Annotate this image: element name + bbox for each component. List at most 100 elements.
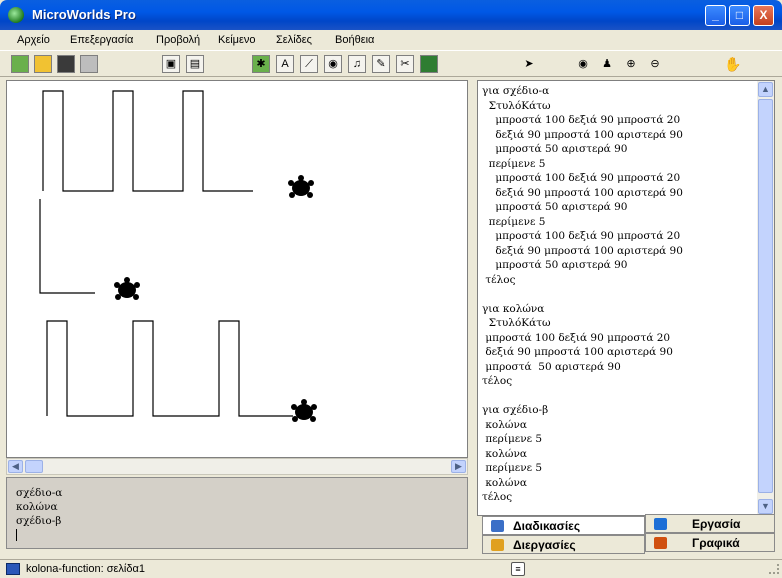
procedure-line: τέλος (482, 491, 513, 503)
menu-help[interactable]: Βοήθεια (335, 34, 374, 46)
procedures-tab-icon (491, 520, 504, 532)
procedure-line: περίμενε 5 (482, 215, 546, 228)
procedure-line (482, 287, 752, 302)
procedure-line: μπροστά 50 αριστερά 90 (482, 143, 628, 155)
notes-icon[interactable]: ≡ (511, 562, 525, 576)
procedure-line: για σχέδιο-β (482, 404, 549, 416)
turtle-icon[interactable] (291, 399, 317, 422)
open-folder-icon[interactable] (34, 55, 52, 73)
scroll-down-icon[interactable]: ▼ (758, 499, 773, 514)
command-line: σχέδιο-β (16, 515, 62, 527)
menu-view[interactable]: Προβολή (156, 34, 200, 46)
procedure-line: για σχέδιο-α (482, 85, 550, 97)
command-center[interactable]: σχέδιο-α κολώνα σχέδιο-β (6, 477, 468, 549)
minimize-button[interactable]: _ (705, 5, 726, 26)
scroll-up-icon[interactable]: ▲ (758, 82, 773, 97)
zoom-out-icon[interactable]: ⊖ (646, 55, 664, 73)
procedure-line: μπροστά 50 αριστερά 90 (482, 259, 628, 271)
resize-grip-icon[interactable] (769, 564, 779, 574)
scroll-thumb[interactable] (25, 460, 43, 473)
status-text: kolona-function: σελίδα1 (26, 563, 145, 575)
page-view-icon[interactable]: ▣ (162, 55, 180, 73)
zoom-in-icon[interactable]: ⊕ (622, 55, 640, 73)
menu-edit[interactable]: Επεξεργασία (70, 34, 133, 46)
new-page-icon[interactable] (11, 55, 29, 73)
turtle-drawings (39, 90, 317, 422)
procedure-line: μπροστά 100 δεξιά 90 μπροστά 20 (482, 172, 681, 184)
paint-icon[interactable]: ✎ (372, 55, 390, 73)
pointer-icon[interactable]: ➤ (520, 55, 538, 73)
processes-tab-icon (491, 539, 504, 551)
menu-text[interactable]: Κείμενο (218, 34, 256, 46)
new-turtle-icon[interactable]: ✱ (252, 55, 270, 73)
procedures-editor[interactable]: για σχέδιο-α ΣτυλόΚάτω μπροστά 100 δεξιά… (477, 80, 775, 516)
scroll-right-icon[interactable]: ▶ (451, 460, 466, 473)
status-bar: kolona-function: σελίδα1 ≡ (0, 559, 782, 578)
procedure-line: δεξιά 90 μπροστά 100 αριστερά 90 (482, 186, 683, 199)
procedure-line: τέλος (482, 273, 516, 286)
procedure-line: περίμενε 5 (482, 433, 543, 445)
procedure-line: μπροστά 50 αριστερά 90 (482, 360, 621, 373)
procedure-line: κολώνα (482, 447, 527, 460)
run-icon[interactable] (420, 55, 438, 73)
procedure-line: για κολώνα (482, 302, 545, 315)
procedure-line: μπροστά 100 δεξιά 90 μπροστά 20 (482, 331, 671, 344)
maximize-button[interactable]: □ (729, 5, 750, 26)
procedure-line: ΣτυλόΚάτω (482, 99, 551, 112)
title-bar: MicroWorlds Pro _ □ X (0, 0, 782, 30)
procedures-vertical-scrollbar[interactable]: ▲ ▼ (757, 81, 774, 515)
close-button[interactable]: X (753, 5, 774, 26)
procedure-line: δεξιά 90 μπροστά 100 αριστερά 90 (482, 128, 683, 141)
command-line: κολώνα (16, 501, 58, 513)
procedure-line (482, 389, 752, 404)
cut-icon[interactable]: ✂ (396, 55, 414, 73)
text-view-icon[interactable]: ▤ (186, 55, 204, 73)
procedure-line: μπροστά 100 δεξιά 90 μπροστά 20 (482, 114, 681, 126)
drawing-sketch-b (46, 320, 293, 417)
procedure-line: περίμενε 5 (482, 157, 546, 170)
tab-project[interactable]: Εργασία (645, 514, 775, 533)
eye-icon[interactable]: ◉ (574, 55, 592, 73)
stop-icon[interactable]: ✋ (723, 55, 741, 73)
drawing-column (39, 199, 95, 294)
text-box-icon[interactable]: A (276, 55, 294, 73)
project-icon (6, 563, 20, 575)
scroll-thumb[interactable] (758, 99, 773, 493)
print-icon[interactable] (80, 55, 98, 73)
procedure-line: κολώνα (482, 418, 527, 431)
canvas-horizontal-scrollbar[interactable]: ◀ ▶ (6, 458, 468, 475)
toolbar: ▣ ▤ ✱ A ⟋ ◉ ♫ ✎ ✂ ➤ ◉ ♟ ⊕ ⊖ ✋ (0, 50, 782, 77)
menu-bar: Αρχείο Επεξεργασία Προβολή Κείμενο Σελίδ… (0, 30, 782, 50)
tab-processes[interactable]: Διεργασίες (482, 535, 645, 554)
window-title: MicroWorlds Pro (32, 7, 136, 22)
procedure-line: ΣτυλόΚάτω (482, 317, 551, 329)
procedure-line: μπροστά 50 αριστερά 90 (482, 201, 628, 213)
text-cursor (16, 529, 17, 541)
graphics-tab-icon (654, 537, 667, 549)
drawing-canvas[interactable] (6, 80, 468, 458)
button-icon[interactable]: ◉ (324, 55, 342, 73)
procedure-line: τέλος (482, 375, 513, 387)
music-icon[interactable]: ♫ (348, 55, 366, 73)
save-icon[interactable] (57, 55, 75, 73)
tab-graphics[interactable]: Γραφικά (645, 533, 775, 552)
command-line: σχέδιο-α (16, 487, 63, 499)
procedures-text[interactable]: για σχέδιο-α ΣτυλόΚάτω μπροστά 100 δεξιά… (482, 84, 752, 505)
procedure-line: περίμενε 5 (482, 462, 543, 474)
procedure-line: δεξιά 90 μπροστά 100 αριστερά 90 (482, 244, 683, 257)
slider-icon[interactable]: ⟋ (300, 55, 318, 73)
tab-procedures[interactable]: Διαδικασίες (482, 516, 645, 535)
procedure-line: κολώνα (482, 476, 527, 489)
procedure-line: δεξιά 90 μπροστά 100 αριστερά 90 (482, 346, 673, 358)
panel-splitter[interactable] (470, 80, 476, 560)
app-logo-icon (8, 7, 24, 23)
stamp-icon[interactable]: ♟ (598, 55, 616, 73)
turtle-icon[interactable] (288, 175, 314, 198)
menu-pages[interactable]: Σελίδες (276, 34, 312, 46)
menu-file[interactable]: Αρχείο (17, 34, 50, 46)
project-tab-icon (654, 518, 667, 530)
scroll-left-icon[interactable]: ◀ (8, 460, 23, 473)
procedure-line: μπροστά 100 δεξιά 90 μπροστά 20 (482, 230, 681, 242)
turtle-icon[interactable] (114, 277, 140, 300)
drawing-sketch-a (42, 90, 253, 192)
